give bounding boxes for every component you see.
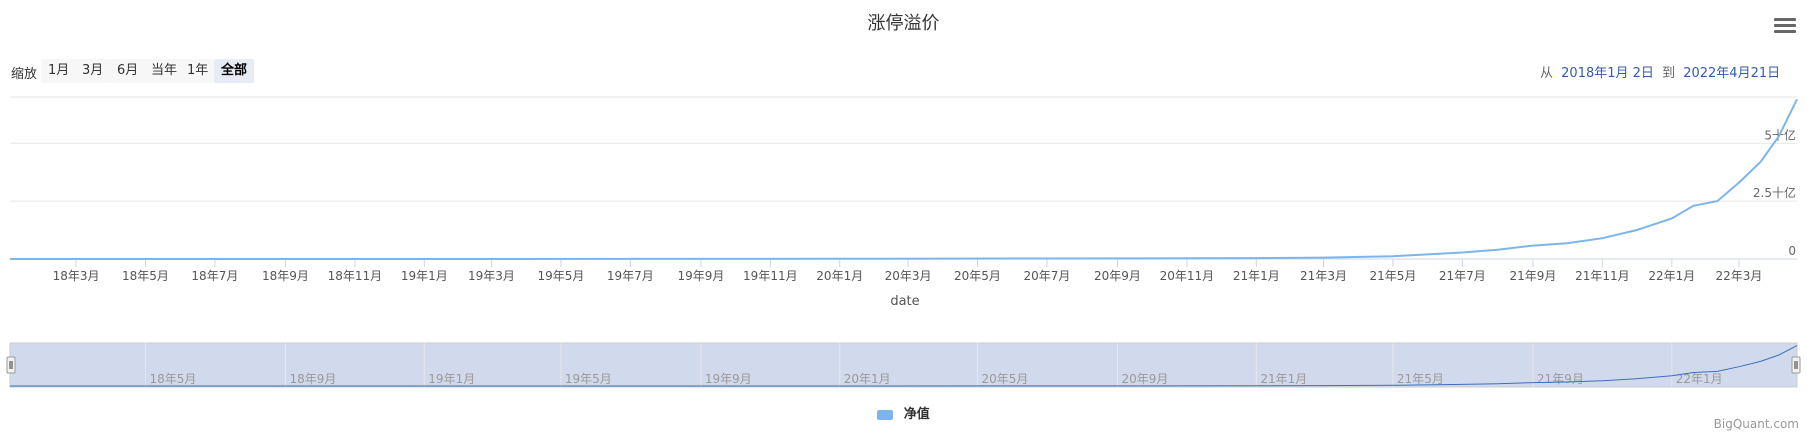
- legend-item-label: 净值: [903, 407, 930, 422]
- navigator-series-line: [10, 345, 1798, 387]
- zoom-button-6m[interactable]: 6月: [110, 59, 146, 83]
- x-tick-label: 19年1月: [401, 269, 448, 283]
- x-tick-label: 20年3月: [885, 269, 932, 283]
- series-line-netvalue: [10, 98, 1798, 260]
- x-tick-label: 19年9月: [677, 269, 724, 283]
- chart-svg: 18年3月 18年5月 18年7月 18年9月 18年11月 19年1月 19年3月 19年5…: [6, 96, 1801, 388]
- legend-swatch: [877, 409, 894, 420]
- x-tick-label: 22年1月: [1648, 269, 1695, 283]
- navigator-tick-label: 20年9月: [1121, 372, 1168, 386]
- x-tick-label: 18年7月: [191, 269, 238, 283]
- x-tick-label: 21年7月: [1439, 269, 1486, 283]
- navigator-mask: [9, 342, 1798, 388]
- range-from-label: 从: [1540, 66, 1554, 81]
- x-tick-label: 18年3月: [53, 269, 100, 283]
- x-tick-label: 21年9月: [1509, 269, 1556, 283]
- x-tick-label: 20年11月: [1160, 269, 1215, 283]
- zoom-button-1m[interactable]: 1月: [41, 59, 77, 83]
- y-tick-label: 5十亿: [1764, 127, 1796, 142]
- date-range: 从 2018年1月 2日 到 2022年4月21日: [1540, 62, 1784, 81]
- x-tick-label: 20年1月: [816, 269, 863, 283]
- x-tick-label: 18年5月: [122, 269, 169, 283]
- navigator-tick-label: 20年5月: [981, 372, 1028, 386]
- navigator-tick-label: 19年5月: [565, 372, 612, 386]
- navigator-handle-right: [1791, 356, 1801, 374]
- navigator-tick-label: 19年1月: [428, 372, 475, 386]
- x-tick-label: 18年9月: [262, 269, 309, 283]
- menu-icon[interactable]: [1774, 18, 1796, 36]
- x-tick-label: 21年3月: [1300, 269, 1347, 283]
- navigator-tick-label: 18年9月: [289, 372, 336, 386]
- zoom-button-ytd[interactable]: 当年: [144, 59, 185, 83]
- navigator-handle-left: [6, 356, 16, 374]
- y-tick-label: 0: [1788, 244, 1796, 258]
- x-tick-label: 19年7月: [607, 269, 654, 283]
- zoom-label: 缩放: [11, 67, 38, 82]
- x-tick-label: 22年3月: [1715, 269, 1762, 283]
- x-tick-label: 21年5月: [1369, 269, 1416, 283]
- credit-link[interactable]: BigQuant.com: [1714, 417, 1799, 431]
- navigator-tick-label: 21年5月: [1397, 372, 1444, 386]
- navigator-tick-label: 21年9月: [1537, 372, 1584, 386]
- x-tick-label: 20年5月: [954, 269, 1001, 283]
- zoom-button-1y[interactable]: 1年: [180, 59, 216, 83]
- navigator-tick-label: 18年5月: [149, 372, 196, 386]
- y-tick-label: 2.5十亿: [1753, 185, 1796, 200]
- navigator-tick-label: 22年1月: [1676, 372, 1723, 386]
- x-tick-label: 19年3月: [468, 269, 515, 283]
- x-tick-label: 20年9月: [1094, 269, 1141, 283]
- x-tick-label: 21年11月: [1575, 269, 1630, 283]
- navigator-tick-label: 20年1月: [844, 372, 891, 386]
- x-tick-label: 19年5月: [537, 269, 584, 283]
- x-tick-label: 18年11月: [328, 269, 383, 283]
- legend[interactable]: 净值: [0, 403, 1807, 422]
- x-tick-label: 21年1月: [1233, 269, 1280, 283]
- x-tick-label: 19年11月: [743, 269, 798, 283]
- range-from-input[interactable]: 2018年1月 2日: [1557, 66, 1658, 81]
- navigator-tick-label: 19年9月: [705, 372, 752, 386]
- chart-title: 涨停溢价: [867, 13, 940, 34]
- range-to-input[interactable]: 2022年4月21日: [1679, 66, 1784, 81]
- x-tick-label: 20年7月: [1023, 269, 1070, 283]
- x-axis-title: date: [890, 294, 919, 309]
- zoom-button-3m[interactable]: 3月: [75, 59, 111, 83]
- navigator-tick-label: 21年1月: [1260, 372, 1307, 386]
- zoom-button-all[interactable]: 全部: [214, 59, 255, 83]
- range-to-label: 到: [1662, 66, 1676, 81]
